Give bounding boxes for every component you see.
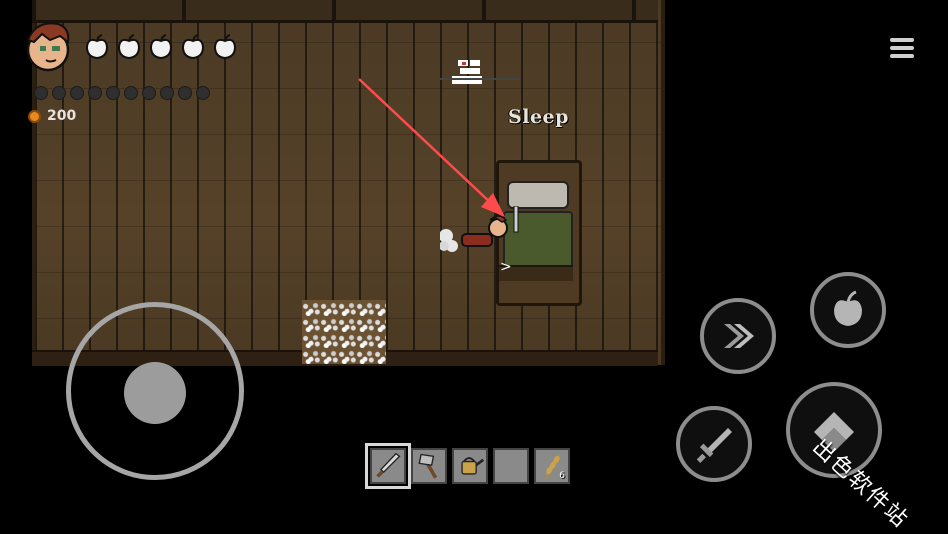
- coin-counter: 200: [28, 108, 76, 124]
- hotbar-slot[interactable]: [365, 443, 411, 489]
- interaction-prompt-arrow: >: [500, 259, 512, 275]
- hunger-slot: [52, 86, 66, 100]
- hunger-slot: [106, 86, 120, 100]
- joystick-knob[interactable]: [124, 362, 186, 424]
- health-apple-icon: [181, 34, 205, 60]
- hotbar: 6: [365, 443, 570, 489]
- player-avatar: [26, 22, 70, 72]
- hotbar-slot[interactable]: [493, 448, 529, 484]
- hunger-slot: [34, 86, 48, 100]
- health-apple-icon: [117, 34, 141, 60]
- hunger-slot: [142, 86, 156, 100]
- room-top-wall: [32, 0, 658, 23]
- hunger-slot: [88, 86, 102, 100]
- health-apple-icon: [149, 34, 173, 60]
- doorway[interactable]: [302, 300, 386, 364]
- hunger-slot: [160, 86, 174, 100]
- eat-button[interactable]: [810, 272, 886, 348]
- dash-button[interactable]: [700, 298, 776, 374]
- hotbar-slot[interactable]: 6: [534, 448, 570, 484]
- menu-button[interactable]: [890, 38, 914, 58]
- coin-icon: [28, 109, 41, 123]
- health-apple-icon: [85, 34, 109, 60]
- double-chevron-icon: [724, 324, 754, 348]
- hotbar-slot[interactable]: [411, 448, 447, 484]
- apple-icon: [834, 290, 862, 326]
- axe-icon: [418, 453, 438, 479]
- hunger-slot: [70, 86, 84, 100]
- hamburger-icon: [890, 38, 914, 42]
- hunger-bar: [34, 86, 210, 100]
- hunger-slot: [124, 86, 138, 100]
- annotation-arrow: [358, 78, 505, 217]
- hotbar-slot[interactable]: [452, 448, 488, 484]
- attack-button[interactable]: [676, 406, 752, 482]
- watering-can-icon: [461, 457, 485, 475]
- slot-count: 6: [559, 471, 565, 481]
- health-apple-icon: [213, 34, 237, 60]
- hunger-slot: [196, 86, 210, 100]
- hunger-slot: [178, 86, 192, 100]
- sword-icon: [696, 428, 732, 463]
- coin-count: 200: [47, 108, 77, 124]
- sword-icon: [376, 452, 401, 478]
- health-bar: [84, 34, 238, 60]
